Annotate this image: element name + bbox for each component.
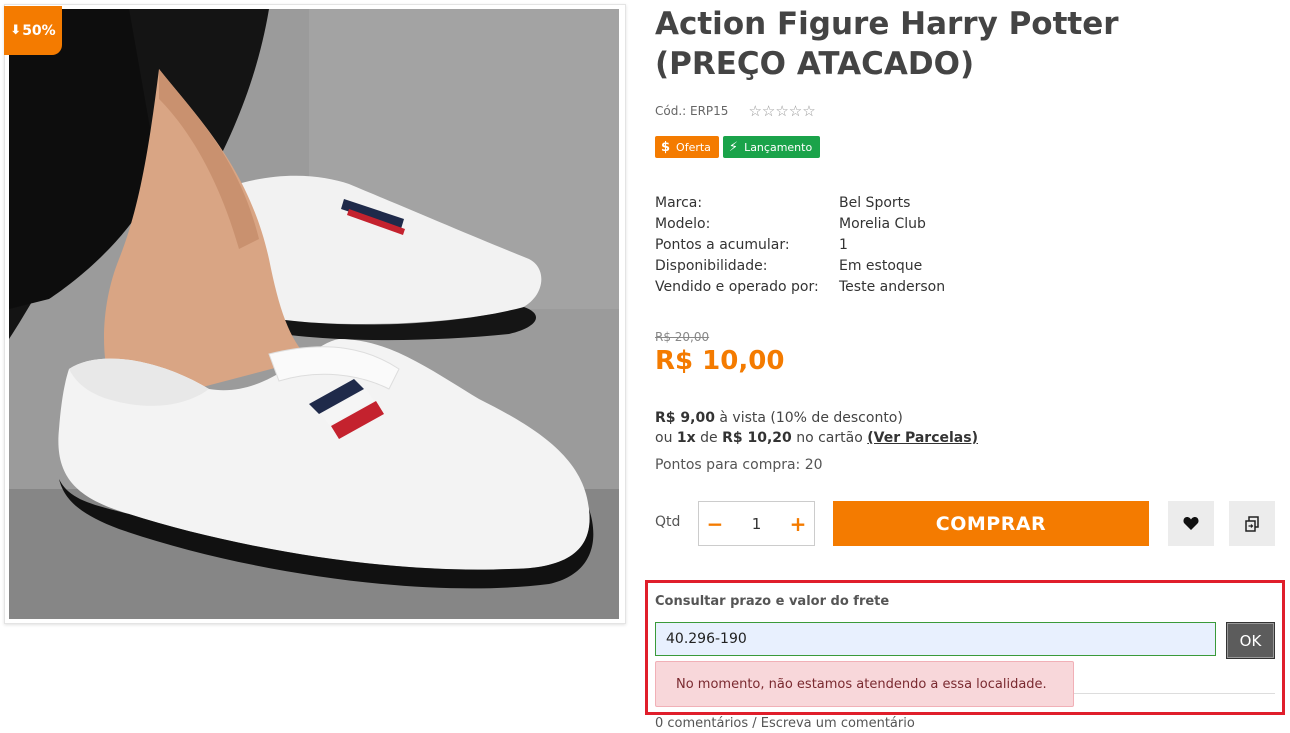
- launch-tag-label: Lançamento: [744, 140, 813, 154]
- installments-prefix: ou: [655, 430, 677, 446]
- sku-row: Cód.: ERP15 ☆☆☆☆☆: [655, 102, 816, 120]
- view-installments-link[interactable]: (Ver Parcelas): [867, 430, 978, 446]
- product-tags: $ Oferta ⚡ Lançamento: [655, 136, 821, 158]
- dollar-icon: $: [661, 139, 671, 155]
- lightning-icon: ⚡: [728, 139, 739, 155]
- shipping-error-alert: No momento, não estamos atendendo a essa…: [655, 661, 1074, 707]
- installments-suffix: no cartão: [791, 430, 868, 446]
- product-title: Action Figure Harry Potter (PREÇO ATACAD…: [655, 6, 1119, 82]
- spec-value: Morelia Club: [839, 216, 926, 232]
- discount-badge: ⬇ 50%: [4, 6, 62, 55]
- installments-count: 1x: [676, 430, 696, 446]
- spec-label: Vendido e operado por:: [655, 279, 819, 295]
- installments-value: R$ 10,20: [722, 430, 792, 446]
- spec-label: Modelo:: [655, 216, 711, 232]
- installments-info: ou 1x de R$ 10,20 no cartão (Ver Parcela…: [655, 430, 978, 446]
- product-specs: Marca: Bel Sports Modelo: Morelia Club P…: [655, 193, 945, 298]
- qty-input[interactable]: [736, 514, 777, 533]
- cash-price: R$ 9,00: [655, 410, 715, 426]
- current-price: R$ 10,00: [655, 346, 785, 376]
- old-price: R$ 20,00: [655, 330, 710, 344]
- cash-payment-info: R$ 9,00 à vista (10% de desconto): [655, 410, 903, 426]
- spec-row-seller: Vendido e operado por: Teste anderson: [655, 277, 945, 298]
- cash-text: à vista (10% de desconto): [714, 410, 903, 426]
- compare-button[interactable]: [1229, 501, 1275, 546]
- spec-value: Bel Sports: [839, 195, 911, 211]
- offer-tag-label: Oferta: [676, 140, 711, 154]
- cep-input[interactable]: [655, 622, 1216, 656]
- purchase-points: Pontos para compra: 20: [655, 457, 823, 473]
- spec-value: Teste anderson: [839, 279, 946, 295]
- quantity-stepper: − +: [698, 501, 815, 546]
- buy-button[interactable]: COMPRAR: [833, 501, 1149, 546]
- offer-tag: $ Oferta: [655, 136, 719, 158]
- discount-value: 50%: [22, 22, 56, 39]
- qty-decrease-button[interactable]: −: [699, 502, 731, 545]
- launch-tag: ⚡ Lançamento: [722, 136, 821, 158]
- rating-stars-icon[interactable]: ☆☆☆☆☆: [748, 102, 815, 120]
- spec-value: 1: [839, 237, 848, 253]
- wishlist-button[interactable]: [1168, 501, 1214, 546]
- spec-label: Disponibilidade:: [655, 258, 768, 274]
- shipping-ok-button[interactable]: OK: [1226, 622, 1275, 659]
- comments-link[interactable]: 0 comentários / Escreva um comentário: [655, 716, 915, 731]
- spec-value: Em estoque: [839, 258, 923, 274]
- qty-increase-button[interactable]: +: [782, 502, 814, 545]
- heart-icon: [1183, 517, 1199, 530]
- installments-de: de: [695, 430, 723, 446]
- product-image[interactable]: [9, 9, 619, 619]
- compare-icon: [1245, 515, 1259, 532]
- qty-label: Qtd: [655, 514, 681, 530]
- product-sku: Cód.: ERP15: [655, 104, 729, 118]
- shoe-photo: [9, 9, 619, 619]
- spec-row-model: Modelo: Morelia Club: [655, 214, 945, 235]
- spec-row-points: Pontos a acumular: 1: [655, 235, 945, 256]
- spec-label: Pontos a acumular:: [655, 237, 790, 253]
- spec-row-brand: Marca: Bel Sports: [655, 193, 945, 214]
- divider: [1074, 693, 1275, 694]
- arrow-down-icon: ⬇: [10, 23, 22, 38]
- shipping-label: Consultar prazo e valor do frete: [655, 594, 890, 609]
- spec-row-availability: Disponibilidade: Em estoque: [655, 256, 945, 277]
- spec-label: Marca:: [655, 195, 703, 211]
